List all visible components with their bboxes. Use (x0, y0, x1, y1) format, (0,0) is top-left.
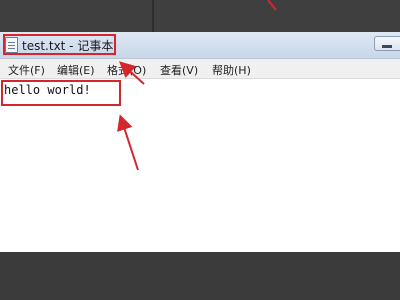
desktop-background-top (0, 0, 400, 32)
desktop-background-bottom (0, 252, 400, 300)
minimize-icon (382, 45, 392, 48)
desktop-divider (152, 0, 154, 32)
menu-file[interactable]: 文件(F) (8, 62, 45, 78)
title-annotation-box (3, 34, 116, 55)
title-bar[interactable]: test.txt - 记事本 (0, 32, 400, 59)
menu-view[interactable]: 查看(V) (160, 62, 198, 78)
menu-format[interactable]: 格式(O) (107, 62, 146, 78)
notepad-window: test.txt - 记事本 文件(F) 编辑(E) 格式(O) 查看(V) 帮… (0, 32, 400, 252)
minimize-button[interactable] (374, 36, 400, 51)
content-annotation-box (1, 80, 121, 106)
text-editor[interactable]: hello world! (0, 79, 400, 252)
menu-help[interactable]: 帮助(H) (212, 62, 251, 78)
menu-edit[interactable]: 编辑(E) (57, 62, 95, 78)
menu-bar: 文件(F) 编辑(E) 格式(O) 查看(V) 帮助(H) (0, 59, 400, 79)
